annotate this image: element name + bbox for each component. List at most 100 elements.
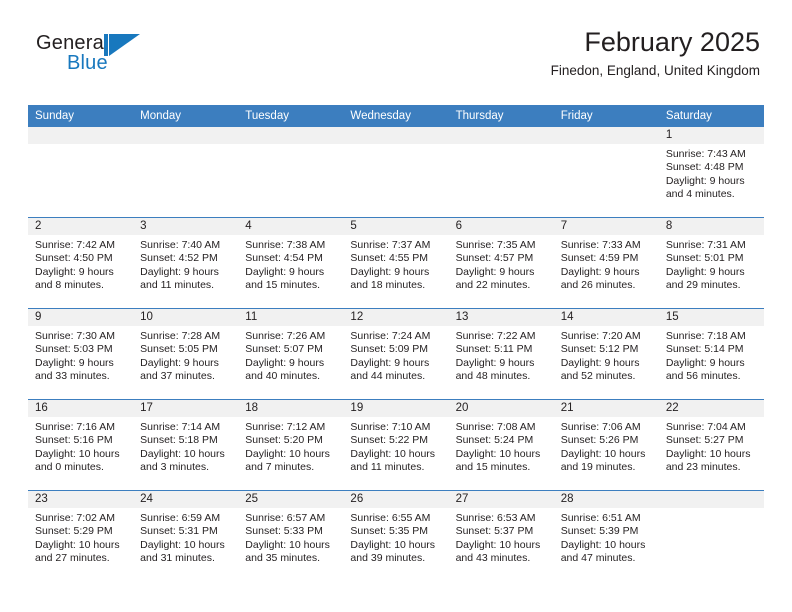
daylight-duration-line2: and 29 minutes. — [665, 279, 741, 292]
day-cell-content: 14 Sunrise: 7:20 AM Sunset: 5:12 PM Dayligh… — [553, 309, 659, 399]
calendar-day-cell[interactable]: 10 Sunrise: 7:28 AM Sunset: 5:05 PM Dayligh… — [133, 308, 239, 400]
daylight-duration-line1: Daylight: 9 hours — [35, 265, 114, 278]
sunset-time: Sunset: 5:09 PM — [350, 343, 429, 356]
calendar-day-cell[interactable]: 14 Sunrise: 7:20 AM Sunset: 5:12 PM Dayligh… — [553, 308, 659, 400]
day-cell-content: 1 Sunrise: 7:43 AM Sunset: 4:48 PM Daylight… — [658, 127, 764, 217]
day-number: 16 — [28, 400, 134, 417]
sunset-time: Sunset: 4:54 PM — [245, 252, 323, 265]
calendar-day-cell[interactable]: 4 Sunrise: 7:38 AM Sunset: 4:54 PM Daylight… — [238, 217, 344, 309]
calendar-day-cell[interactable]: 17 Sunrise: 7:14 AM Sunset: 5:18 PM Dayligh… — [133, 399, 239, 491]
daylight-duration-line2: and 26 minutes. — [560, 279, 636, 292]
day-cell-content: 27 Sunrise: 6:53 AM Sunset: 5:37 PM Dayligh… — [448, 491, 554, 581]
day-sun-info: Sunrise: 6:53 AM Sunset: 5:37 PM Daylight:… — [449, 508, 554, 566]
sunset-time: Sunset: 5:12 PM — [560, 343, 639, 356]
day-cell-content: 7 Sunrise: 7:33 AM Sunset: 4:59 PM Daylight… — [553, 218, 659, 308]
daylight-duration-line2: and 8 minutes. — [35, 279, 104, 292]
day-cell-content: 22 Sunrise: 7:04 AM Sunset: 5:27 PM Dayligh… — [658, 400, 764, 490]
calendar-day-cell[interactable]: 15 Sunrise: 7:18 AM Sunset: 5:14 PM Dayligh… — [658, 308, 764, 400]
day-sun-info: Sunrise: 7:43 AM Sunset: 4:48 PM Daylight:… — [659, 144, 764, 202]
sunset-time: Sunset: 5:07 PM — [245, 343, 323, 356]
calendar-day-cell[interactable]: 1 Sunrise: 7:43 AM Sunset: 4:48 PM Daylight… — [658, 127, 764, 218]
calendar-day-cell[interactable]: 5 Sunrise: 7:37 AM Sunset: 4:55 PM Daylight… — [343, 217, 449, 309]
day-number: 12 — [343, 309, 449, 326]
sunrise-time: Sunrise: 7:35 AM — [455, 239, 536, 251]
calendar-day-cell[interactable]: 28 Sunrise: 6:51 AM Sunset: 5:39 PM Dayligh… — [553, 490, 659, 581]
daylight-duration-line2: and 22 minutes. — [455, 279, 531, 292]
day-number: 21 — [553, 400, 659, 417]
day-cell-content: 9 Sunrise: 7:30 AM Sunset: 5:03 PM Daylight… — [28, 309, 134, 399]
day-cell-content: 12 Sunrise: 7:24 AM Sunset: 5:09 PM Dayligh… — [343, 309, 449, 399]
daylight-duration-line2: and 37 minutes. — [140, 370, 215, 383]
brand-logo: General Blue — [36, 32, 216, 88]
calendar-day-cell[interactable]: 12 Sunrise: 7:24 AM Sunset: 5:09 PM Dayligh… — [343, 308, 449, 400]
day-cell-empty — [238, 127, 344, 217]
day-cell-empty — [448, 127, 554, 217]
daylight-duration-line1: Daylight: 9 hours — [350, 265, 430, 278]
day-sun-info: Sunrise: 7:14 AM Sunset: 5:18 PM Daylight:… — [133, 417, 238, 475]
sunset-time: Sunset: 5:35 PM — [350, 525, 429, 538]
calendar-day-cell[interactable]: 13 Sunrise: 7:22 AM Sunset: 5:11 PM Dayligh… — [448, 308, 554, 400]
calendar-week-row: 2 Sunrise: 7:42 AM Sunset: 4:50 PM Daylight… — [28, 217, 764, 309]
calendar-day-cell[interactable]: 11 Sunrise: 7:26 AM Sunset: 5:07 PM Dayligh… — [238, 308, 344, 400]
sunset-time: Sunset: 4:48 PM — [665, 161, 744, 174]
day-sun-info: Sunrise: 7:31 AM Sunset: 5:01 PM Daylight:… — [659, 235, 764, 293]
daylight-duration-line1: Daylight: 10 hours — [350, 538, 436, 551]
day-sun-info: Sunrise: 6:59 AM Sunset: 5:31 PM Daylight:… — [133, 508, 238, 566]
day-number: 20 — [448, 400, 554, 417]
day-cell-content: 8 Sunrise: 7:31 AM Sunset: 5:01 PM Daylight… — [658, 218, 764, 308]
page-subtitle: Finedon, England, United Kingdom — [550, 63, 760, 78]
day-cell-content: 25 Sunrise: 6:57 AM Sunset: 5:33 PM Dayligh… — [238, 491, 344, 581]
sunrise-time: Sunrise: 6:53 AM — [455, 512, 536, 524]
day-number: 15 — [658, 309, 764, 326]
sunset-time: Sunset: 4:59 PM — [560, 252, 639, 265]
daylight-duration-line2: and 47 minutes. — [560, 552, 636, 565]
day-sun-info: Sunrise: 6:55 AM Sunset: 5:35 PM Daylight:… — [343, 508, 448, 566]
daylight-duration-line2: and 27 minutes. — [35, 552, 110, 565]
day-number: 6 — [448, 218, 554, 235]
calendar-day-cell[interactable]: 3 Sunrise: 7:40 AM Sunset: 4:52 PM Daylight… — [133, 217, 239, 309]
sunrise-time: Sunrise: 7:40 AM — [140, 239, 221, 251]
calendar-day-cell[interactable]: 16 Sunrise: 7:16 AM Sunset: 5:16 PM Dayligh… — [28, 399, 134, 491]
calendar-day-cell[interactable]: 7 Sunrise: 7:33 AM Sunset: 4:59 PM Daylight… — [553, 217, 659, 309]
calendar-day-cell[interactable]: 8 Sunrise: 7:31 AM Sunset: 5:01 PM Daylight… — [658, 217, 764, 309]
calendar-day-cell[interactable]: 2 Sunrise: 7:42 AM Sunset: 4:50 PM Daylight… — [28, 217, 134, 309]
sunset-time: Sunset: 4:50 PM — [35, 252, 113, 265]
daylight-duration-line2: and 0 minutes. — [35, 461, 104, 474]
calendar-day-cell[interactable]: 27 Sunrise: 6:53 AM Sunset: 5:37 PM Dayligh… — [448, 490, 554, 581]
calendar-day-cell[interactable]: 23 Sunrise: 7:02 AM Sunset: 5:29 PM Dayligh… — [28, 490, 134, 581]
calendar-day-cell[interactable]: 22 Sunrise: 7:04 AM Sunset: 5:27 PM Dayligh… — [658, 399, 764, 491]
sunrise-time: Sunrise: 7:22 AM — [455, 330, 536, 342]
day-number: 1 — [658, 127, 764, 144]
daylight-duration-line2: and 7 minutes. — [245, 461, 315, 474]
calendar-day-cell[interactable]: 19 Sunrise: 7:10 AM Sunset: 5:22 PM Dayligh… — [343, 399, 449, 491]
sunrise-time: Sunrise: 6:55 AM — [350, 512, 431, 524]
day-sun-info: Sunrise: 6:57 AM Sunset: 5:33 PM Daylight:… — [238, 508, 343, 566]
calendar-day-cell[interactable]: 6 Sunrise: 7:35 AM Sunset: 4:57 PM Daylight… — [448, 217, 554, 309]
calendar-day-cell[interactable]: 24 Sunrise: 6:59 AM Sunset: 5:31 PM Dayligh… — [133, 490, 239, 581]
daylight-duration-line1: Daylight: 9 hours — [455, 265, 535, 278]
calendar-day-cell[interactable]: 25 Sunrise: 6:57 AM Sunset: 5:33 PM Dayligh… — [238, 490, 344, 581]
daylight-duration-line1: Daylight: 9 hours — [665, 265, 745, 278]
day-number — [28, 127, 134, 144]
day-sun-info: Sunrise: 7:16 AM Sunset: 5:16 PM Daylight:… — [28, 417, 133, 475]
day-cell-content: 13 Sunrise: 7:22 AM Sunset: 5:11 PM Dayligh… — [448, 309, 554, 399]
day-cell-empty — [28, 127, 134, 217]
day-cell-content: 10 Sunrise: 7:28 AM Sunset: 5:05 PM Dayligh… — [133, 309, 239, 399]
weekday-header-row: Sunday Monday Tuesday Wednesday Thursday… — [28, 105, 764, 127]
day-cell-empty — [133, 127, 239, 217]
day-cell-content: 6 Sunrise: 7:35 AM Sunset: 4:57 PM Daylight… — [448, 218, 554, 308]
sunrise-time: Sunrise: 7:31 AM — [665, 239, 746, 251]
day-sun-info: Sunrise: 7:20 AM Sunset: 5:12 PM Daylight:… — [554, 326, 659, 384]
day-number: 11 — [238, 309, 344, 326]
day-number: 23 — [28, 491, 134, 508]
daylight-duration-line2: and 56 minutes. — [665, 370, 741, 383]
daylight-duration-line1: Daylight: 9 hours — [140, 265, 219, 278]
sunrise-time: Sunrise: 7:16 AM — [35, 421, 115, 433]
calendar-day-cell[interactable]: 20 Sunrise: 7:08 AM Sunset: 5:24 PM Dayligh… — [448, 399, 554, 491]
calendar-day-cell[interactable]: 18 Sunrise: 7:12 AM Sunset: 5:20 PM Dayligh… — [238, 399, 344, 491]
calendar-day-cell[interactable]: 9 Sunrise: 7:30 AM Sunset: 5:03 PM Daylight… — [28, 308, 134, 400]
day-cell-content: 20 Sunrise: 7:08 AM Sunset: 5:24 PM Dayligh… — [448, 400, 554, 490]
calendar-day-cell[interactable]: 21 Sunrise: 7:06 AM Sunset: 5:26 PM Dayligh… — [553, 399, 659, 491]
calendar-day-cell[interactable]: 26 Sunrise: 6:55 AM Sunset: 5:35 PM Dayligh… — [343, 490, 449, 581]
sunrise-time: Sunrise: 7:18 AM — [665, 330, 746, 342]
